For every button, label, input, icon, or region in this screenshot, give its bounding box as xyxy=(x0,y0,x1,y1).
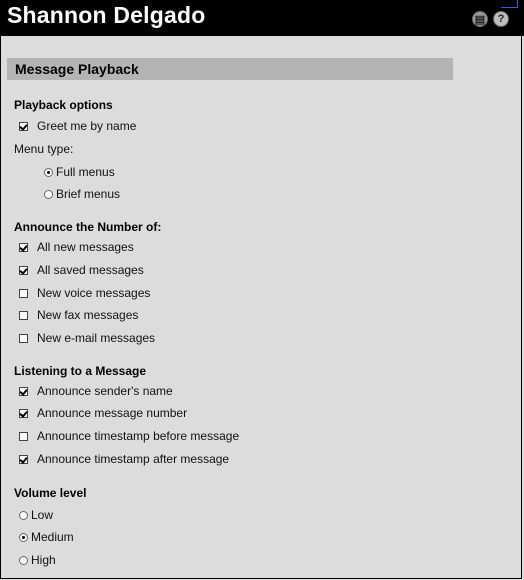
checkbox-box[interactable] xyxy=(19,431,28,441)
page-title: Shannon Delgado xyxy=(7,2,206,28)
radio-label: High xyxy=(31,553,56,567)
checkbox-all-new-messages[interactable]: All new messages xyxy=(19,240,134,254)
checkbox-label: Announce timestamp after message xyxy=(37,452,230,466)
group-title-announce-number: Announce the Number of: xyxy=(14,220,162,234)
header-bar: Shannon Delgado ▤ ? xyxy=(0,0,524,36)
group-title-listening: Listening to a Message xyxy=(14,364,147,378)
checkbox-label: Announce message number xyxy=(37,406,188,420)
checkbox-box[interactable] xyxy=(19,310,28,320)
radio-button[interactable] xyxy=(19,555,28,565)
corner-marker-tick xyxy=(501,7,518,8)
checkbox-box[interactable] xyxy=(19,408,28,418)
checkbox-box[interactable] xyxy=(19,121,28,131)
checkbox-announce-message-number[interactable]: Announce message number xyxy=(19,406,187,420)
radio-button[interactable] xyxy=(44,167,53,177)
checkbox-new-fax-messages[interactable]: New fax messages xyxy=(19,308,138,322)
radio-volume-medium[interactable]: Medium xyxy=(19,530,74,544)
help-icon[interactable]: ? xyxy=(493,11,509,27)
print-icon[interactable]: ▤ xyxy=(472,11,488,27)
radio-label: Full menus xyxy=(56,165,115,179)
checkbox-label: Greet me by name xyxy=(37,119,137,133)
checkbox-label: Announce sender's name xyxy=(37,384,173,398)
radio-button[interactable] xyxy=(44,189,53,199)
checkbox-all-saved-messages[interactable]: All saved messages xyxy=(19,263,144,277)
radio-volume-high[interactable]: High xyxy=(19,553,56,567)
checkbox-label: All new messages xyxy=(37,240,134,254)
radio-button[interactable] xyxy=(19,510,28,520)
radio-label: Brief menus xyxy=(56,187,121,201)
checkbox-box[interactable] xyxy=(19,265,28,275)
checkbox-box[interactable] xyxy=(19,242,28,252)
checkbox-new-email-messages[interactable]: New e-mail messages xyxy=(19,331,155,345)
radio-button[interactable] xyxy=(19,532,28,542)
checkbox-label: All saved messages xyxy=(37,263,144,277)
checkbox-timestamp-after[interactable]: Announce timestamp after message xyxy=(19,452,229,466)
checkbox-greet-by-name[interactable]: Greet me by name xyxy=(19,119,136,133)
group-title-volume: Volume level xyxy=(14,486,87,500)
radio-label: Low xyxy=(31,508,54,522)
group-title-playback-options: Playback options xyxy=(14,98,113,112)
section-header: Message Playback xyxy=(7,58,453,80)
checkbox-box[interactable] xyxy=(19,386,28,396)
radio-volume-low[interactable]: Low xyxy=(19,508,53,522)
checkbox-label: New fax messages xyxy=(37,308,139,322)
checkbox-label: Announce timestamp before message xyxy=(37,429,240,443)
radio-label: Medium xyxy=(31,530,74,544)
checkbox-box[interactable] xyxy=(19,454,28,464)
section-title: Message Playback xyxy=(15,61,139,77)
radio-full-menus[interactable]: Full menus xyxy=(44,165,115,179)
checkbox-timestamp-before[interactable]: Announce timestamp before message xyxy=(19,429,239,443)
corner-marker xyxy=(517,0,518,7)
radio-brief-menus[interactable]: Brief menus xyxy=(44,187,120,201)
menu-type-label: Menu type: xyxy=(14,142,74,156)
checkbox-box[interactable] xyxy=(19,288,28,298)
checkbox-announce-sender-name[interactable]: Announce sender's name xyxy=(19,384,173,398)
checkbox-box[interactable] xyxy=(19,333,28,343)
checkbox-label: New voice messages xyxy=(37,286,151,300)
checkbox-new-voice-messages[interactable]: New voice messages xyxy=(19,286,150,300)
checkbox-label: New e-mail messages xyxy=(37,331,156,345)
